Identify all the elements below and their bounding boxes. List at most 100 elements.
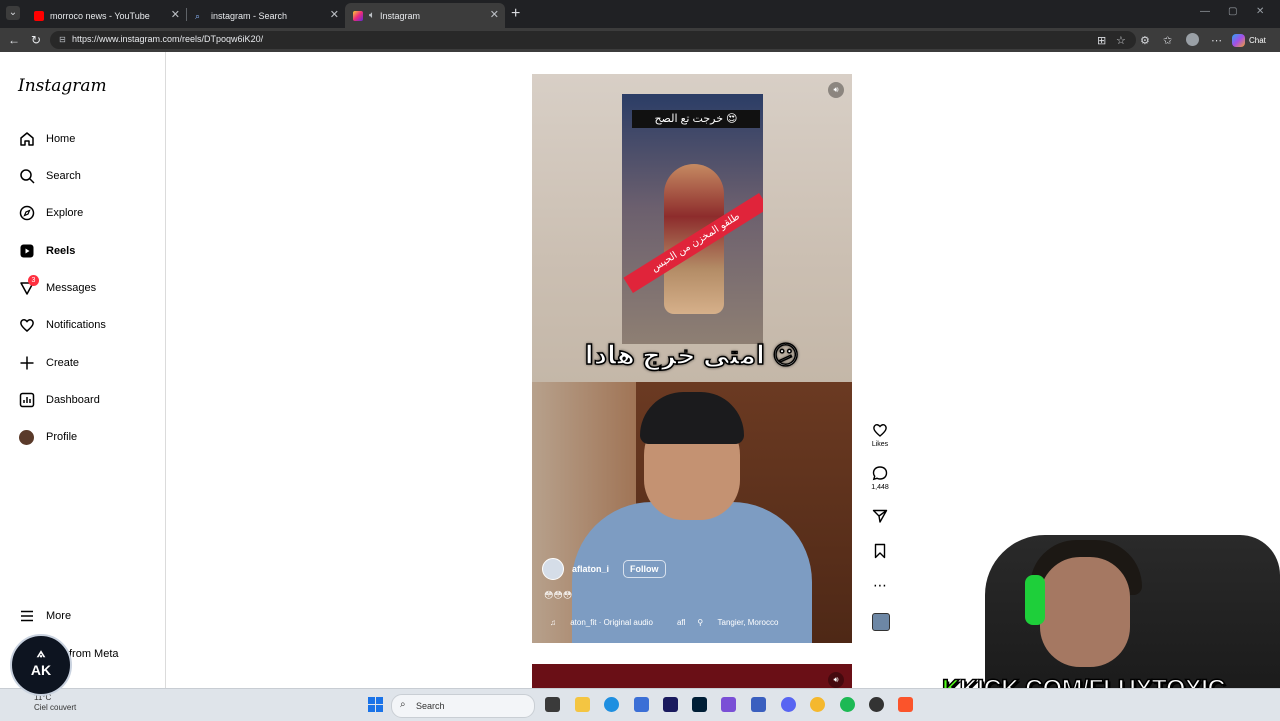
location-pin-icon: ⚲ (697, 618, 706, 627)
app-icon[interactable] (751, 697, 766, 712)
store-icon[interactable] (634, 697, 649, 712)
url-field[interactable]: ⊟ https://www.instagram.com/reels/DTpoqw… (50, 31, 1136, 49)
maximize-icon[interactable]: ▢ (1228, 6, 1237, 17)
profile-avatar-icon[interactable] (1186, 33, 1199, 46)
more-options-action[interactable]: ⋯ (868, 577, 892, 593)
taskbar-search-input[interactable]: ⌕ Search (391, 694, 535, 718)
new-tab-plus-icon[interactable]: + (511, 5, 520, 23)
comment-action[interactable]: 1,448 (868, 465, 892, 491)
likes-label: Likes (871, 441, 889, 448)
sidebar-item-home[interactable]: Home (18, 128, 75, 150)
heart-icon (868, 422, 892, 441)
sidebar-item-dashboard[interactable]: Dashboard (18, 389, 100, 411)
reel-author: aflaton_i Follow (542, 558, 666, 580)
windows-taskbar: 11°C Ciel couvert ⌕ Search (0, 688, 1280, 721)
instagram-sidebar: Instagram Home Search Explore Reels 3 Me… (0, 52, 166, 692)
sidebar-item-label: Explore (46, 207, 84, 219)
location-tag[interactable]: ⚲ Tangier, Morocco (697, 618, 790, 627)
reel-video[interactable]: خرجت تع الصح 😍 طلقو المخزن من الحبس امتى… (532, 74, 852, 643)
reel-lower-scene (532, 382, 852, 643)
tab-youtube[interactable]: morroco news - YouTube ✕ (26, 3, 186, 28)
discord-icon[interactable] (781, 697, 796, 712)
sidebar-item-search[interactable]: Search (18, 165, 81, 187)
author-username[interactable]: aflaton_i (572, 564, 609, 574)
follow-button[interactable]: Follow (623, 560, 666, 578)
window-close-icon[interactable]: ✕ (1256, 6, 1264, 17)
music-note-icon: ♫ (550, 618, 559, 627)
mute-speaker-icon[interactable]: 🔊︎ (828, 672, 844, 688)
file-explorer-icon[interactable] (575, 697, 590, 712)
compass-icon (18, 205, 35, 222)
sidebar-item-label: Messages (46, 282, 97, 294)
plus-icon (18, 355, 35, 372)
comments-count: 1,448 (871, 484, 889, 491)
photoshop-icon[interactable] (692, 697, 707, 712)
tab-instagram[interactable]: 🔈︎ Instagram ✕ (345, 3, 505, 28)
sidebar-item-reels[interactable]: Reels (18, 240, 75, 262)
sidebar-item-label: Create (46, 357, 80, 369)
mute-speaker-icon[interactable]: 🔊︎ (828, 82, 844, 98)
split-screen-icon[interactable]: ⊞ (1097, 34, 1106, 47)
app-icon[interactable] (810, 697, 825, 712)
sidebar-item-more[interactable]: More (18, 605, 71, 627)
favorites-icon[interactable]: ✩ (1163, 34, 1172, 47)
copilot-chat-button[interactable]: Chat (1232, 32, 1266, 48)
more-menu-icon[interactable]: ⋯ (1211, 34, 1222, 47)
windows-start-icon[interactable] (368, 697, 383, 712)
heart-icon (18, 317, 35, 334)
task-view-icon[interactable] (545, 697, 560, 712)
share-action[interactable] (868, 508, 892, 527)
like-action[interactable]: Likes (868, 422, 892, 448)
green-headset (1025, 575, 1045, 625)
reel-caption-emojis: 😳😳😳 (544, 590, 573, 600)
brave-browser-icon[interactable] (898, 697, 913, 712)
bookmark-icon (868, 543, 892, 562)
tab-list-chevron-icon[interactable]: ⌄ (6, 6, 20, 20)
back-arrow-icon[interactable]: ← (8, 33, 20, 47)
tab-label: morroco news - YouTube (50, 10, 150, 21)
audio-thumbnail[interactable] (872, 613, 890, 631)
sidebar-item-label: More (46, 610, 72, 622)
eagle-icon: ⟑ (36, 644, 46, 660)
instagram-logo[interactable]: Instagram (18, 76, 107, 96)
site-info-icon[interactable]: ⊟ (59, 35, 66, 44)
save-action[interactable] (868, 543, 892, 562)
sidebar-item-messages[interactable]: 3 Messages (18, 274, 97, 299)
sidebar-item-profile[interactable]: Profile (18, 426, 77, 448)
sidebar-item-label: Profile (46, 431, 78, 443)
chat-label: Chat (1249, 35, 1266, 45)
tab-label: instagram - Search (211, 10, 288, 21)
tab-instagram-search[interactable]: ⌕ instagram - Search ✕ (187, 3, 345, 28)
minimize-icon[interactable]: — (1200, 6, 1210, 17)
dashboard-icon (18, 392, 35, 409)
reload-icon[interactable]: ↻ (31, 33, 41, 47)
sidebar-item-also-from-meta[interactable]: from Meta (69, 643, 119, 665)
close-icon[interactable]: ✕ (330, 8, 339, 21)
audio-info[interactable]: ♫ aton_fit · Original audio (550, 618, 665, 627)
close-icon[interactable]: ✕ (171, 8, 180, 21)
reel-meta-line: ♫ aton_fit · Original audio afl ⚲ Tangie… (550, 618, 802, 627)
logo-text: AK (30, 662, 52, 678)
close-icon[interactable]: ✕ (490, 8, 499, 21)
sidebar-item-explore[interactable]: Explore (18, 202, 83, 224)
home-icon (18, 131, 35, 148)
obs-icon[interactable] (869, 697, 884, 712)
app-icon[interactable] (721, 697, 736, 712)
extensions-icon[interactable]: ⚙ (1140, 34, 1150, 47)
speaker-icon[interactable]: 🔈︎ (369, 10, 375, 21)
messages-badge: 3 (28, 274, 39, 286)
avatar (19, 429, 34, 445)
weather-widget[interactable]: 11°C Ciel couvert (34, 693, 76, 713)
favorite-star-icon[interactable]: ☆ (1116, 34, 1126, 47)
sidebar-item-label: Search (46, 170, 81, 182)
premiere-icon[interactable] (663, 697, 678, 712)
sidebar-item-create[interactable]: Create (18, 352, 79, 374)
sidebar-item-label: Dashboard (46, 394, 100, 406)
sidebar-item-notifications[interactable]: Notifications (18, 314, 106, 336)
audio-extra: afl (676, 618, 686, 627)
author-avatar[interactable] (542, 558, 564, 580)
spotify-icon[interactable] (840, 697, 855, 712)
edge-browser-icon[interactable] (604, 697, 619, 712)
search-icon: ⌕ (400, 699, 406, 710)
instagram-icon (353, 10, 363, 21)
